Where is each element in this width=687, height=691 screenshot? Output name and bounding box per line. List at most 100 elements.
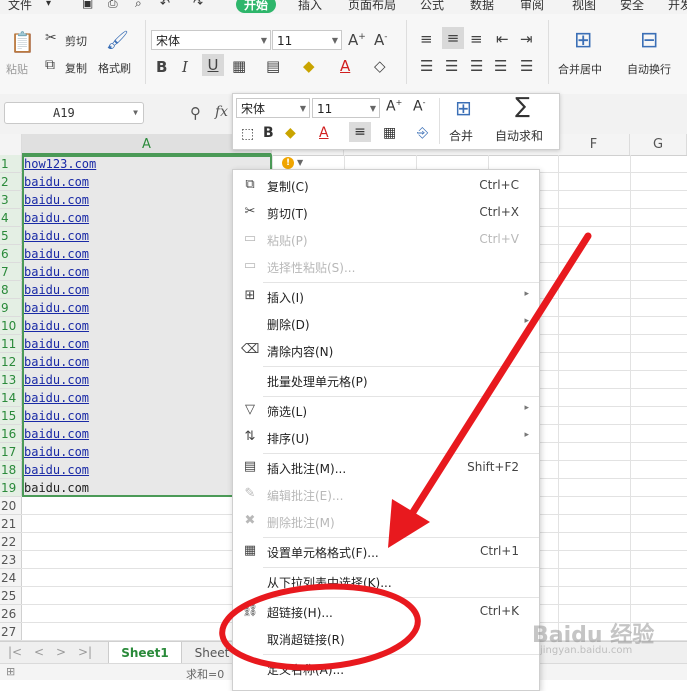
border-icon[interactable]: ▦ [383, 125, 396, 141]
align-bottom-icon[interactable]: ≡ [470, 30, 483, 48]
wrap-text-button[interactable]: 自动换行 [627, 61, 671, 77]
cell-a18[interactable]: baidu.com [24, 461, 89, 479]
context-menu-item[interactable]: ✎ 编辑批注(E)... [233, 482, 539, 508]
row-header-25[interactable]: 25 [0, 587, 21, 605]
mini-font-name-select[interactable]: 宋体 ▼ [236, 98, 310, 118]
sigma-icon[interactable]: ∑ [515, 94, 530, 119]
row-header-14[interactable]: 14 [0, 389, 21, 407]
merge-center-button[interactable]: 合并居中 [558, 61, 602, 77]
border-icon[interactable]: ▦ [232, 57, 246, 75]
font-name-select[interactable]: 宋体 ▼ [151, 30, 271, 50]
format-painter-icon[interactable]: ⎆ [417, 125, 428, 141]
preview-icon[interactable]: ⌕ [135, 0, 142, 11]
context-menu-item[interactable]: 批量处理单元格(P) [233, 368, 539, 394]
tab-home[interactable]: 开始 [236, 0, 277, 13]
undo-icon[interactable]: ↶ [160, 0, 170, 10]
fill-color-icon[interactable]: ◆ [303, 57, 315, 75]
context-menu-item[interactable]: ▦ 设置单元格格式(F)... Ctrl+1 [233, 539, 539, 565]
cell-a7[interactable]: baidu.com [24, 263, 89, 281]
tab-view[interactable]: 视图 [572, 0, 596, 13]
context-menu-item[interactable]: 取消超链接(R) [233, 626, 539, 652]
next-sheet-icon[interactable]: > [56, 645, 66, 659]
italic-icon[interactable]: I [182, 58, 188, 76]
decrease-font-icon[interactable]: A- [413, 98, 425, 115]
context-menu-item[interactable]: 从下拉列表中选择(K)... [233, 569, 539, 595]
cell-a11[interactable]: baidu.com [24, 335, 89, 353]
print-icon[interactable]: ⎙ [108, 0, 118, 11]
fill-style-icon[interactable]: ▤ [266, 57, 280, 75]
justify-icon[interactable]: ☰ [494, 57, 507, 75]
row-header-21[interactable]: 21 [0, 515, 21, 533]
format-painter-icon[interactable]: 🖌 [106, 30, 129, 51]
tab-review[interactable]: 审阅 [520, 0, 544, 13]
row-header-15[interactable]: 15 [0, 407, 21, 425]
column-header-f[interactable]: F [558, 134, 630, 155]
row-header-4[interactable]: 4 [0, 209, 21, 227]
row-header-6[interactable]: 6 [0, 245, 21, 263]
scissors-icon[interactable]: ✂ [45, 30, 57, 46]
indent-decrease-icon[interactable]: ⇤ [496, 30, 509, 48]
context-menu-item[interactable]: 定义名称(A)... [233, 656, 539, 682]
mini-font-size-select[interactable]: 11 ▼ [312, 98, 380, 118]
context-menu-item[interactable]: ▭ 选择性粘贴(S)... [233, 254, 539, 280]
cell-a15[interactable]: baidu.com [24, 407, 89, 425]
save-icon[interactable]: ▣ [82, 0, 93, 10]
row-header-13[interactable]: 13 [0, 371, 21, 389]
underline-icon[interactable]: U [202, 54, 224, 76]
bold-icon[interactable]: B [263, 125, 274, 141]
name-box[interactable]: A19 ▼ [4, 102, 144, 124]
row-header-2[interactable]: 2 [0, 173, 21, 191]
cell-a16[interactable]: baidu.com [24, 425, 89, 443]
cell-a19[interactable]: baidu.com [24, 479, 89, 497]
decrease-font-icon[interactable]: A- [374, 31, 388, 49]
cell-a4[interactable]: baidu.com [24, 209, 89, 227]
cell-a10[interactable]: baidu.com [24, 317, 89, 335]
font-size-select[interactable]: 11 ▼ [272, 30, 342, 50]
row-header-9[interactable]: 9 [0, 299, 21, 317]
cut-button[interactable]: 剪切 [65, 33, 87, 49]
row-header-3[interactable]: 3 [0, 191, 21, 209]
row-header-26[interactable]: 26 [0, 605, 21, 623]
row-header-8[interactable]: 8 [0, 281, 21, 299]
row-header-20[interactable]: 20 [0, 497, 21, 515]
select-all-corner[interactable] [0, 134, 22, 155]
warning-icon[interactable]: ! [282, 157, 294, 169]
wrap-icon[interactable]: ⊟ [640, 28, 658, 53]
row-header-27[interactable]: 27 [0, 623, 21, 641]
context-menu-item[interactable]: ⧉ 复制(C) Ctrl+C [233, 173, 539, 199]
context-menu-item[interactable]: ⛓ 超链接(H)... Ctrl+K [233, 599, 539, 625]
cell-a1[interactable]: how123.com [24, 155, 96, 173]
tab-formula[interactable]: 公式 [420, 0, 444, 13]
cell-a12[interactable]: baidu.com [24, 353, 89, 371]
cell-a3[interactable]: baidu.com [24, 191, 89, 209]
indent-increase-icon[interactable]: ⇥ [520, 30, 533, 48]
context-menu-item[interactable]: ✖ 删除批注(M) [233, 509, 539, 535]
cell-a14[interactable]: baidu.com [24, 389, 89, 407]
context-menu-item[interactable]: ✂ 剪切(T) Ctrl+X [233, 200, 539, 226]
font-color-icon[interactable]: A [340, 57, 350, 75]
increase-font-icon[interactable]: A+ [348, 31, 366, 49]
align-middle-icon[interactable]: ≡ [442, 27, 464, 49]
format-cells-icon[interactable]: ⬚ [241, 126, 254, 142]
redo-icon[interactable]: ↷ [193, 0, 203, 10]
row-header-23[interactable]: 23 [0, 551, 21, 569]
context-menu-item[interactable]: ⊞ 插入(I) ▸ [233, 284, 539, 310]
fill-color-icon[interactable]: ◆ [285, 125, 296, 141]
zoom-icon[interactable]: ⚲ [190, 104, 201, 122]
tab-data[interactable]: 数据 [470, 0, 494, 13]
row-header-12[interactable]: 12 [0, 353, 21, 371]
merge-icon[interactable]: ⊞ [574, 28, 592, 53]
context-menu-item[interactable]: ⇅ 排序(U) ▸ [233, 425, 539, 451]
row-header-10[interactable]: 10 [0, 317, 21, 335]
chevron-down-icon[interactable]: ▼ [297, 158, 303, 167]
row-header-22[interactable]: 22 [0, 533, 21, 551]
bold-icon[interactable]: B [156, 58, 167, 76]
row-header-18[interactable]: 18 [0, 461, 21, 479]
align-center-icon[interactable]: ☰ [445, 57, 458, 75]
last-sheet-icon[interactable]: >| [78, 645, 92, 659]
cell-a5[interactable]: baidu.com [24, 227, 89, 245]
row-header-24[interactable]: 24 [0, 569, 21, 587]
format-painter-button[interactable]: 格式刷 [98, 60, 131, 76]
font-color-icon[interactable]: A [319, 125, 329, 141]
align-top-icon[interactable]: ≡ [420, 30, 433, 48]
